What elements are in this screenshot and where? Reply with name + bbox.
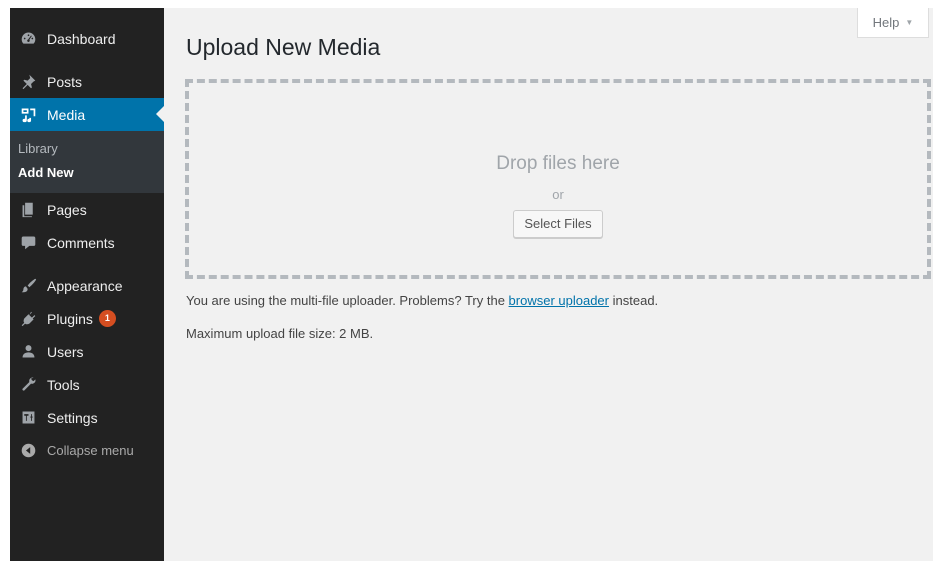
uploader-info-suffix: instead. (612, 293, 659, 308)
chevron-down-icon: ▼ (905, 18, 914, 27)
sidebar-item-appearance[interactable]: Appearance (10, 269, 164, 302)
sidebar-item-label: Pages (47, 201, 87, 218)
sidebar-item-label: Comments (47, 234, 115, 251)
sidebar-item-label: Posts (47, 73, 83, 90)
wp-admin-window: Dashboard Posts Media Library Add New Pa… (10, 8, 933, 561)
comment-icon (18, 233, 38, 253)
max-upload-size-text: Maximum upload file size: 2 MB. (186, 326, 374, 341)
settings-icon (18, 408, 38, 428)
media-submenu: Library Add New (10, 131, 164, 193)
sidebar-item-plugins[interactable]: Plugins 1 (10, 302, 164, 335)
sidebar-item-media[interactable]: Media (10, 98, 164, 131)
media-icon (18, 105, 38, 125)
help-label: Help (872, 15, 900, 30)
or-text: or (552, 187, 564, 202)
admin-sidebar: Dashboard Posts Media Library Add New Pa… (10, 8, 164, 561)
page-title: Upload New Media (186, 34, 381, 60)
collapse-menu-button[interactable]: Collapse menu (10, 434, 164, 467)
update-count-badge: 1 (98, 310, 116, 327)
user-icon (18, 342, 38, 362)
sidebar-item-label: Users (47, 343, 84, 360)
drop-files-text: Drop files here (496, 153, 620, 174)
sidebar-item-pages[interactable]: Pages (10, 193, 164, 226)
sidebar-item-users[interactable]: Users (10, 335, 164, 368)
sidebar-item-dashboard[interactable]: Dashboard (10, 22, 164, 55)
sidebar-item-posts[interactable]: Posts (10, 65, 164, 98)
plugin-icon (18, 309, 38, 329)
pin-icon (18, 72, 38, 92)
sidebar-item-label: Media (47, 106, 86, 123)
page-icon (18, 200, 38, 220)
submenu-item-label: Library (18, 141, 58, 156)
wrench-icon (18, 375, 38, 395)
drag-drop-area[interactable]: Drop files here or Select Files (185, 79, 931, 279)
uploader-info-text: You are using the multi-file uploader. P… (186, 293, 658, 308)
sidebar-item-label: Plugins (47, 310, 93, 327)
sidebar-item-settings[interactable]: Settings (10, 401, 164, 434)
dashboard-icon (18, 29, 38, 49)
sidebar-item-comments[interactable]: Comments (10, 226, 164, 259)
select-files-button[interactable]: Select Files (513, 210, 603, 238)
drop-instructions: Drop files here or Select Files (189, 153, 927, 238)
sidebar-item-label: Appearance (47, 277, 123, 294)
sidebar-item-tools[interactable]: Tools (10, 368, 164, 401)
uploader-info-prefix: You are using the multi-file uploader. P… (186, 293, 505, 308)
brush-icon (18, 276, 38, 296)
main-content: Help ▼ Upload New Media Drop files here … (164, 8, 933, 561)
submenu-item-library[interactable]: Library (10, 137, 164, 161)
sidebar-item-label: Tools (47, 376, 80, 393)
collapse-arrow-icon (18, 441, 38, 461)
help-tab-button[interactable]: Help ▼ (857, 8, 929, 38)
sidebar-item-label: Settings (47, 409, 98, 426)
submenu-item-label: Add New (18, 165, 74, 180)
collapse-menu-label: Collapse menu (47, 443, 134, 458)
sidebar-item-label: Dashboard (47, 30, 116, 47)
submenu-item-add-new[interactable]: Add New (10, 161, 164, 185)
browser-uploader-link[interactable]: browser uploader (509, 293, 609, 308)
